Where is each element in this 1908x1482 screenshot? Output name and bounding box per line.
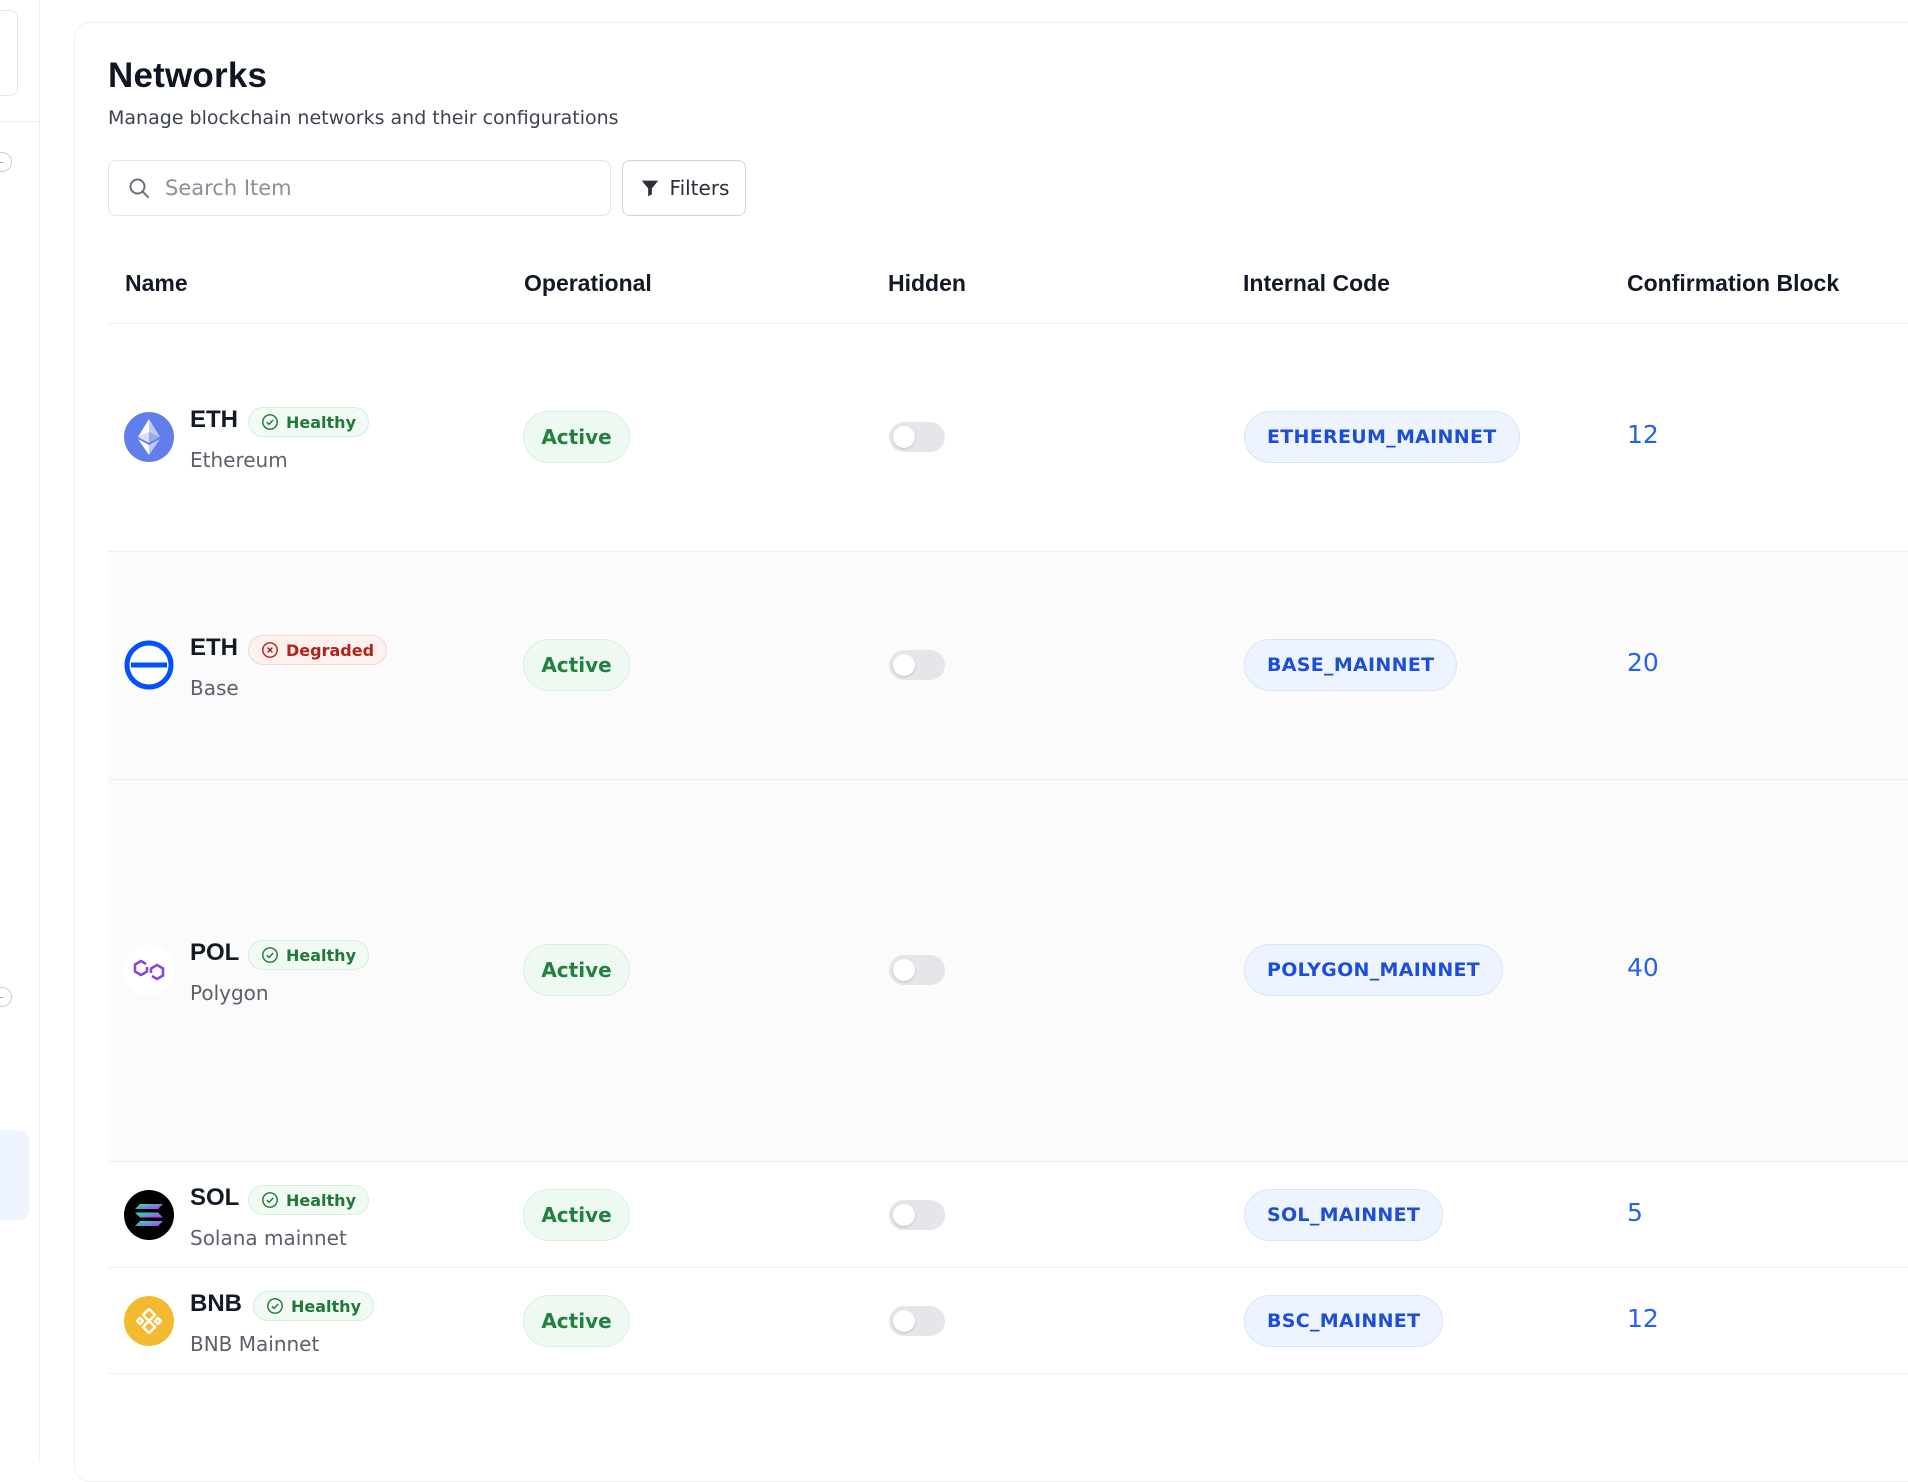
- table-row[interactable]: ETH Healthy Ethereum Active ETHEREUM_MAI…: [108, 324, 1908, 552]
- bnb-icon: [124, 1296, 174, 1346]
- column-header-operational[interactable]: Operational: [524, 270, 652, 297]
- status-badge: Healthy: [253, 1291, 374, 1321]
- collapse-icon[interactable]: [0, 152, 12, 172]
- status-label: Healthy: [286, 945, 356, 965]
- status-label: Healthy: [291, 1296, 361, 1316]
- check-circle-icon: [262, 947, 278, 963]
- operational-badge: Active: [523, 411, 630, 463]
- confirmation-block-value: 12: [1627, 420, 1659, 449]
- confirmation-block-value: 20: [1627, 648, 1659, 677]
- status-badge: Healthy: [248, 407, 369, 437]
- internal-code-badge: BASE_MAINNET: [1244, 639, 1458, 691]
- operational-badge: Active: [523, 1189, 630, 1241]
- hidden-toggle[interactable]: [889, 1306, 945, 1336]
- filters-button[interactable]: Filters: [622, 160, 746, 216]
- solana-icon: [124, 1190, 174, 1240]
- confirmation-block-value: 40: [1627, 953, 1659, 982]
- network-symbol: POL: [190, 939, 240, 966]
- table-header: Name Operational Hidden Internal Code Co…: [108, 248, 1908, 324]
- x-circle-icon: [262, 642, 278, 658]
- search-icon: [129, 178, 149, 198]
- sidebar-divider: [0, 121, 40, 122]
- column-header-name[interactable]: Name: [125, 270, 188, 297]
- table-row[interactable]: BNB Healthy BNB Mainnet Active BSC_MAINN…: [108, 1268, 1908, 1374]
- confirmation-block-value: 12: [1627, 1304, 1659, 1333]
- hidden-toggle[interactable]: [889, 1200, 945, 1230]
- status-label: Healthy: [286, 1190, 356, 1210]
- internal-code-badge: BSC_MAINNET: [1244, 1295, 1444, 1347]
- internal-code-badge: POLYGON_MAINNET: [1244, 944, 1504, 996]
- sidebar-item-active[interactable]: [0, 1130, 29, 1220]
- page-subtitle: Manage blockchain networks and their con…: [108, 107, 619, 129]
- network-symbol: ETH: [190, 634, 238, 661]
- network-symbol: ETH: [190, 406, 238, 433]
- table-row[interactable]: POL Healthy Polygon Active POLYGON_MAINN…: [108, 780, 1908, 1162]
- sidebar-top-card[interactable]: [0, 10, 18, 96]
- check-circle-icon: [262, 414, 278, 430]
- hidden-toggle[interactable]: [889, 422, 945, 452]
- network-name: BNB Mainnet: [190, 1332, 320, 1356]
- status-badge: Degraded: [248, 635, 388, 665]
- search-input[interactable]: [165, 176, 585, 200]
- network-name: Solana mainnet: [190, 1226, 347, 1250]
- status-label: Healthy: [286, 412, 356, 432]
- sidebar: [0, 0, 40, 1462]
- check-circle-icon: [267, 1298, 283, 1314]
- column-header-confirmation-block[interactable]: Confirmation Block: [1627, 270, 1839, 297]
- search-box[interactable]: [108, 160, 611, 216]
- hidden-toggle[interactable]: [889, 955, 945, 985]
- network-symbol: BNB: [190, 1290, 242, 1317]
- table-row[interactable]: ETH Degraded Base Active BASE_MAINNET 20: [108, 552, 1908, 780]
- network-name: Polygon: [190, 981, 269, 1005]
- internal-code-badge: ETHEREUM_MAINNET: [1244, 411, 1520, 463]
- polygon-icon: [124, 945, 174, 995]
- network-name: Base: [190, 676, 239, 700]
- operational-badge: Active: [523, 944, 630, 996]
- status-label: Degraded: [286, 640, 375, 660]
- status-badge: Healthy: [248, 940, 369, 970]
- page-title: Networks: [108, 56, 268, 95]
- network-name: Ethereum: [190, 448, 288, 472]
- column-header-internal-code[interactable]: Internal Code: [1243, 270, 1390, 297]
- filter-icon: [641, 180, 658, 197]
- check-circle-icon: [262, 1192, 278, 1208]
- column-header-hidden[interactable]: Hidden: [888, 270, 966, 297]
- internal-code-badge: SOL_MAINNET: [1244, 1189, 1444, 1241]
- operational-badge: Active: [523, 1295, 630, 1347]
- confirmation-block-value: 5: [1627, 1198, 1643, 1227]
- network-symbol: SOL: [190, 1184, 240, 1211]
- operational-badge: Active: [523, 639, 630, 691]
- hidden-toggle[interactable]: [889, 650, 945, 680]
- collapse-icon[interactable]: [0, 987, 12, 1007]
- filters-button-label: Filters: [669, 176, 730, 200]
- table-row[interactable]: SOL Healthy Solana mainnet Active SOL_MA…: [108, 1162, 1908, 1268]
- status-badge: Healthy: [248, 1185, 369, 1215]
- ethereum-icon: [124, 412, 174, 462]
- base-icon: [124, 640, 174, 690]
